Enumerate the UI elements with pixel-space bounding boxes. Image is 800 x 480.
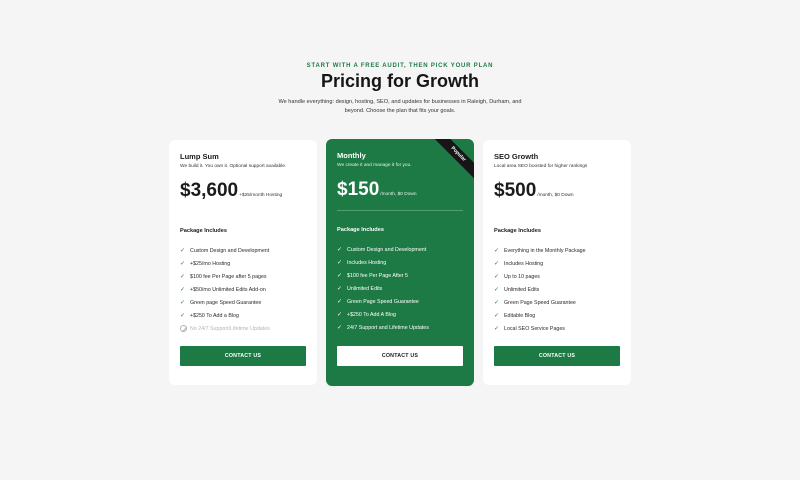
feature-label: Green Page Speed Guarantee [347, 298, 419, 305]
feature-label: Includes Hosting [504, 260, 544, 267]
check-icon: ✓ [494, 274, 500, 280]
feature-label: Unlimited Edits [347, 285, 383, 292]
check-icon: ✓ [337, 260, 343, 266]
check-icon: ✓ [494, 326, 500, 332]
check-icon: ✓ [337, 286, 343, 292]
check-icon: ✓ [180, 287, 186, 293]
feature-item: ✓ $100 fee Per Page after 5 pages [180, 270, 270, 283]
check-icon: ✓ [180, 300, 186, 306]
features-title: Package Includes [494, 228, 541, 234]
feature-label: Everything in the Monthly Package [504, 247, 586, 254]
check-icon: ✓ [180, 261, 186, 267]
feature-item: ✓ Green page Speed Guarantee [180, 296, 270, 309]
feature-item-excluded: No 24/7 Support/Lifetime Updates [180, 322, 270, 335]
feature-item: ✓ +$250 To Add A Blog [337, 308, 429, 321]
feature-item: ✓ Local SEO Service Pages [494, 322, 586, 335]
contact-us-button[interactable]: CONTACT US [494, 346, 620, 366]
feature-item: ✓ +$250 To Add a Blog [180, 309, 270, 322]
divider [337, 210, 463, 211]
plan-card-monthly: Popular Monthly We create it and manage … [326, 139, 474, 386]
price-row: $3,600 +$25/month Hosting [180, 179, 306, 201]
contact-us-button[interactable]: CONTACT US [180, 346, 306, 366]
feature-label: Local SEO Service Pages [504, 325, 565, 332]
feature-item: ✓ $100 fee Per Page After 5 [337, 269, 429, 282]
plan-card-seo-growth: SEO Growth Local area SEO boosted for hi… [483, 140, 631, 385]
check-icon: ✓ [180, 274, 186, 280]
feature-item: ✓ Includes Hosting [337, 256, 429, 269]
feature-item: ✓ Everything in the Monthly Package [494, 244, 586, 257]
feature-item: ✓ +$50/mo Unlimited Edits Add-on [180, 283, 270, 296]
feature-item: ✓ Up to 10 pages [494, 270, 586, 283]
page-subtitle: We handle everything: design, hosting, S… [278, 99, 522, 114]
feature-item: ✓ Includes Hosting [494, 257, 586, 270]
feature-item: ✓ Custom Design and Development [337, 243, 429, 256]
prohibited-icon [180, 325, 187, 332]
feature-label: +$25/mo Hosting [190, 260, 231, 267]
feature-label: +$250 To Add a Blog [190, 312, 239, 319]
check-icon: ✓ [337, 325, 343, 331]
feature-label: Editable Blog [504, 312, 536, 319]
feature-label: Custom Design and Development [347, 246, 427, 253]
feature-label: Custom Design and Development [190, 247, 270, 254]
check-icon: ✓ [337, 299, 343, 305]
plan-price: $150 [337, 179, 380, 200]
plan-description: Local area SEO boosted for higher rankin… [494, 164, 588, 169]
feature-label: Up to 10 pages [504, 273, 540, 280]
feature-item: ✓ Green Page Speed Guarantee [337, 295, 429, 308]
check-icon: ✓ [494, 313, 500, 319]
check-icon: ✓ [337, 247, 343, 253]
check-icon: ✓ [494, 261, 500, 267]
feature-item: ✓ 24/7 Support and Lifetime Updates [337, 321, 429, 334]
plan-card-lump-sum: Lump Sum We build it. You own it. Option… [169, 140, 317, 385]
feature-item: ✓ Editable Blog [494, 309, 586, 322]
feature-item: ✓ Custom Design and Development [180, 244, 270, 257]
check-icon: ✓ [494, 248, 500, 254]
feature-item: ✓ Unlimited Edits [494, 283, 586, 296]
price-row: $150 /month, $0 Down [337, 178, 463, 200]
feature-label: +$250 To Add A Blog [347, 311, 396, 318]
check-icon: ✓ [180, 313, 186, 319]
plan-name: SEO Growth [494, 152, 539, 161]
plan-price: $3,600 [180, 180, 239, 201]
price-suffix: /month, $0 Down [537, 193, 574, 198]
contact-us-button[interactable]: CONTACT US [337, 346, 463, 366]
feature-label: Includes Hosting [347, 259, 387, 266]
feature-label: No 24/7 Support/Lifetime Updates [190, 325, 270, 332]
plan-description: We build it. You own it. Optional suppor… [180, 164, 287, 169]
price-suffix: +$25/month Hosting [239, 193, 283, 198]
check-icon: ✓ [180, 248, 186, 254]
feature-item: ✓ Green Page Speed Guarantee [494, 296, 586, 309]
feature-label: Unlimited Edits [504, 286, 540, 293]
plan-price: $500 [494, 180, 537, 201]
feature-label: $100 fee Per Page after 5 pages [190, 273, 267, 280]
page-title: Pricing for Growth [320, 71, 479, 91]
check-icon: ✓ [494, 287, 500, 293]
feature-item: ✓ +$25/mo Hosting [180, 257, 270, 270]
plan-name: Lump Sum [180, 152, 219, 161]
plan-description: We create it and manage it for you. [337, 163, 412, 168]
feature-label: $100 fee Per Page After 5 [347, 272, 408, 279]
check-icon: ✓ [337, 273, 343, 279]
feature-label: +$50/mo Unlimited Edits Add-on [190, 286, 266, 293]
features-title: Package Includes [180, 228, 227, 234]
feature-label: Green page Speed Guarantee [190, 299, 262, 306]
eyebrow-text: START WITH A FREE AUDIT, THEN PICK YOUR … [306, 63, 494, 69]
plan-name: Monthly [337, 151, 366, 160]
features-title: Package Includes [337, 227, 384, 233]
check-icon: ✓ [494, 300, 500, 306]
price-row: $500 /month, $0 Down [494, 179, 620, 201]
check-icon: ✓ [337, 312, 343, 318]
feature-label: Green Page Speed Guarantee [504, 299, 576, 306]
price-suffix: /month, $0 Down [380, 192, 417, 197]
feature-label: 24/7 Support and Lifetime Updates [347, 324, 429, 331]
feature-list: ✓ Everything in the Monthly Package ✓ Incl… [494, 244, 586, 335]
feature-item: ✓ Unlimited Edits [337, 282, 429, 295]
feature-list: ✓ Custom Design and Development ✓ +$25/mo … [180, 244, 270, 335]
feature-list: ✓ Custom Design and Development ✓ Includes… [337, 243, 429, 334]
